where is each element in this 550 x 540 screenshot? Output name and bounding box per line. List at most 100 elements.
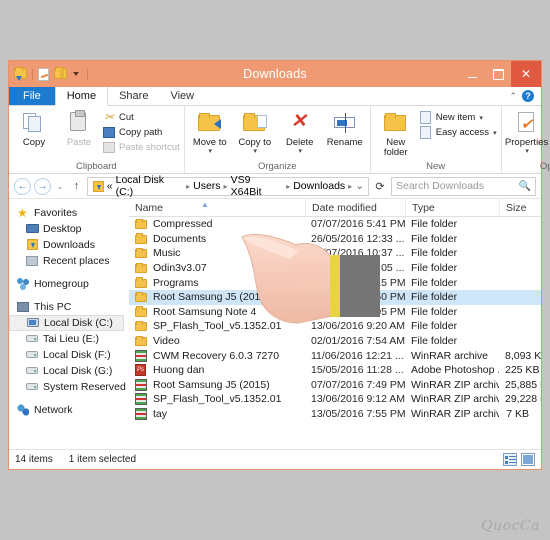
move-to-button[interactable]: Move to ▾ — [189, 108, 231, 155]
qat-properties-icon[interactable] — [38, 67, 51, 81]
maximize-button[interactable] — [485, 61, 511, 87]
paste-button-label: Paste — [66, 137, 92, 148]
properties-chevron-down-icon[interactable]: ▾ — [525, 148, 529, 155]
tab-share[interactable]: Share — [108, 87, 159, 105]
table-row[interactable]: tay 13/05/2016 7:55 PM WinRAR ZIP archive 7… — [129, 407, 541, 422]
qat-new-folder-icon[interactable] — [54, 66, 67, 81]
sidebar-item-local-disk-g[interactable]: Local Disk (G:) — [9, 363, 128, 379]
breadcrumb-sep-2[interactable]: ▸ — [286, 182, 290, 191]
folder-icon — [135, 277, 148, 289]
easy-access-button[interactable]: Easy access ▾ — [419, 126, 497, 139]
file-date-cell: 15/05/2016 11:28 ... — [311, 364, 404, 377]
sidebar-item-downloads[interactable]: Downloads — [9, 237, 128, 253]
breadcrumb-sep-1[interactable]: ▸ — [224, 182, 228, 191]
table-row[interactable]: Root Samsung Note 4 06/07/2016 5:05 PM Fil… — [129, 305, 541, 320]
table-row[interactable]: Root Samsung J5 (2015) 07/07/2016 7:50 PM… — [129, 289, 541, 305]
collapse-ribbon-icon[interactable]: ⌃ — [509, 91, 517, 102]
file-size-cell: 7 KB — [506, 408, 529, 421]
column-header-date[interactable]: Date modified — [305, 199, 405, 216]
copy-path-label: Copy path — [119, 127, 163, 138]
sidebar-item-system-reserved[interactable]: System Reserved (I:) — [9, 379, 128, 395]
forward-button[interactable]: → — [34, 177, 51, 195]
file-name-label: tay — [153, 408, 168, 421]
table-row[interactable]: Huong dan 15/05/2016 11:28 ... Adobe Photo… — [129, 363, 541, 378]
delete-button[interactable]: ✕ Delete ▾ — [279, 108, 321, 155]
back-button[interactable]: ← — [14, 177, 31, 195]
breadcrumb-item-3[interactable]: Downloads — [293, 180, 345, 192]
copy-button[interactable]: Copy — [13, 108, 55, 148]
table-row[interactable]: Compressed 07/07/2016 5:41 PM File folder — [129, 217, 541, 232]
details-view-icon[interactable] — [503, 453, 517, 466]
breadcrumb-item-0[interactable]: Local Disk (C:) — [116, 174, 184, 198]
table-row[interactable]: SP_Flash_Tool_v5.1352.01 13/06/2016 9:20 … — [129, 319, 541, 334]
properties-button[interactable]: Properties ▾ — [505, 108, 548, 155]
breadcrumb-sep-0[interactable]: ▸ — [186, 182, 190, 191]
new-folder-button[interactable]: New folder — [375, 108, 417, 158]
table-row[interactable]: CWM Recovery 6.0.3 7270 11/06/2016 12:21 … — [129, 348, 541, 363]
file-type-cell: File folder — [411, 305, 458, 318]
breadcrumb-folder-icon — [92, 180, 104, 192]
sidebar-item-local-disk-c[interactable]: Local Disk (C:) — [9, 315, 124, 331]
table-row[interactable]: Video 02/01/2016 7:54 AM File folder — [129, 334, 541, 349]
sidebar-item-network[interactable]: Network — [9, 402, 128, 418]
sidebar-item-favorites[interactable]: ★ Favorites — [9, 205, 128, 221]
tab-file[interactable]: File — [9, 87, 55, 105]
recent-locations-chevron-down-icon[interactable]: ⌄ — [54, 182, 66, 191]
paste-shortcut-button[interactable]: Paste shortcut — [103, 141, 180, 154]
close-button[interactable]: ✕ — [511, 61, 541, 87]
sidebar-item-desktop[interactable]: Desktop — [9, 221, 128, 237]
table-row[interactable]: Programs 02/07/2016 8:15 PM File folder — [129, 275, 541, 290]
refresh-button[interactable]: ⟳ — [372, 180, 388, 193]
column-header-type[interactable]: Type — [405, 199, 499, 216]
breadcrumb-item-2[interactable]: VS9 X64Bit — [231, 174, 284, 198]
new-item-button[interactable]: New item ▾ — [419, 111, 497, 124]
copy-to-button[interactable]: Copy to ▾ — [234, 108, 276, 155]
drive-icon — [26, 349, 39, 361]
table-row[interactable]: Music 01/07/2016 10:37 ... File folder — [129, 246, 541, 261]
easy-access-chevron-down-icon[interactable]: ▾ — [493, 129, 497, 137]
search-input[interactable]: Search Downloads 🔍 — [391, 176, 536, 196]
breadcrumb-dropdown-chevron-down-icon[interactable]: ⌄ — [355, 180, 364, 192]
new-item-chevron-down-icon[interactable]: ▾ — [479, 114, 483, 122]
up-button[interactable]: ↑ — [69, 180, 84, 192]
sidebar-item-homegroup[interactable]: Homegroup — [9, 276, 128, 292]
breadcrumb-overflow[interactable]: « — [107, 180, 113, 192]
breadcrumb[interactable]: « Local Disk (C:) ▸ Users ▸ VS9 X64Bit ▸… — [87, 174, 369, 198]
breadcrumb-item-1[interactable]: Users — [193, 180, 220, 192]
paste-button[interactable]: Paste — [58, 108, 100, 148]
delete-chevron-down-icon[interactable]: ▾ — [298, 148, 302, 155]
file-name-cell: Compressed — [129, 218, 305, 230]
file-name-label: Root Samsung Note 4 — [153, 305, 257, 318]
file-list-pane: Name ▲ Date modified Type Size Compresse… — [129, 199, 541, 449]
copy-to-chevron-down-icon[interactable]: ▾ — [253, 148, 257, 155]
column-header-name[interactable]: Name ▲ — [129, 199, 305, 216]
minimize-button[interactable] — [459, 61, 485, 87]
sidebar-label-local-disk-c: Local Disk (C:) — [44, 317, 113, 329]
rename-button[interactable]: Rename — [324, 108, 366, 148]
table-row[interactable]: SP_Flash_Tool_v5.1352.01 13/06/2016 9:12 … — [129, 392, 541, 407]
table-row[interactable]: Root Samsung J5 (2015) 07/07/2016 7:49 PM… — [129, 378, 541, 393]
table-row[interactable]: Odin3v3.07 17/06/2016 10:05 ... File folde… — [129, 261, 541, 276]
recent-places-icon — [26, 255, 39, 267]
large-icons-view-icon[interactable] — [521, 453, 535, 466]
move-to-icon — [197, 111, 223, 136]
sidebar-item-recent-places[interactable]: Recent places — [9, 253, 128, 269]
copy-path-button[interactable]: Copy path — [103, 126, 180, 139]
tab-home[interactable]: Home — [54, 87, 109, 106]
cut-button[interactable]: ✂ Cut — [103, 111, 180, 124]
breadcrumb-sep-3[interactable]: ▸ — [348, 182, 352, 191]
folder-icon — [135, 233, 148, 245]
move-to-chevron-down-icon[interactable]: ▾ — [208, 148, 212, 155]
table-row[interactable]: Documents 26/05/2016 12:33 ... File folder — [129, 232, 541, 247]
help-icon[interactable]: ? — [522, 90, 534, 102]
file-size-cell: 225 KB — [505, 364, 540, 377]
sidebar-item-local-disk-f[interactable]: Local Disk (F:) — [9, 347, 128, 363]
file-name-cell: SP_Flash_Tool_v5.1352.01 — [129, 320, 305, 332]
star-icon: ★ — [17, 206, 28, 220]
column-header-size[interactable]: Size — [499, 199, 541, 216]
qat-customize-chevron-icon[interactable] — [73, 72, 79, 76]
qat-downloads-icon[interactable] — [14, 66, 27, 81]
sidebar-item-tai-lieu-e[interactable]: Tai Lieu (E:) — [9, 331, 128, 347]
tab-view[interactable]: View — [159, 87, 205, 105]
sidebar-item-this-pc[interactable]: This PC — [9, 299, 128, 315]
